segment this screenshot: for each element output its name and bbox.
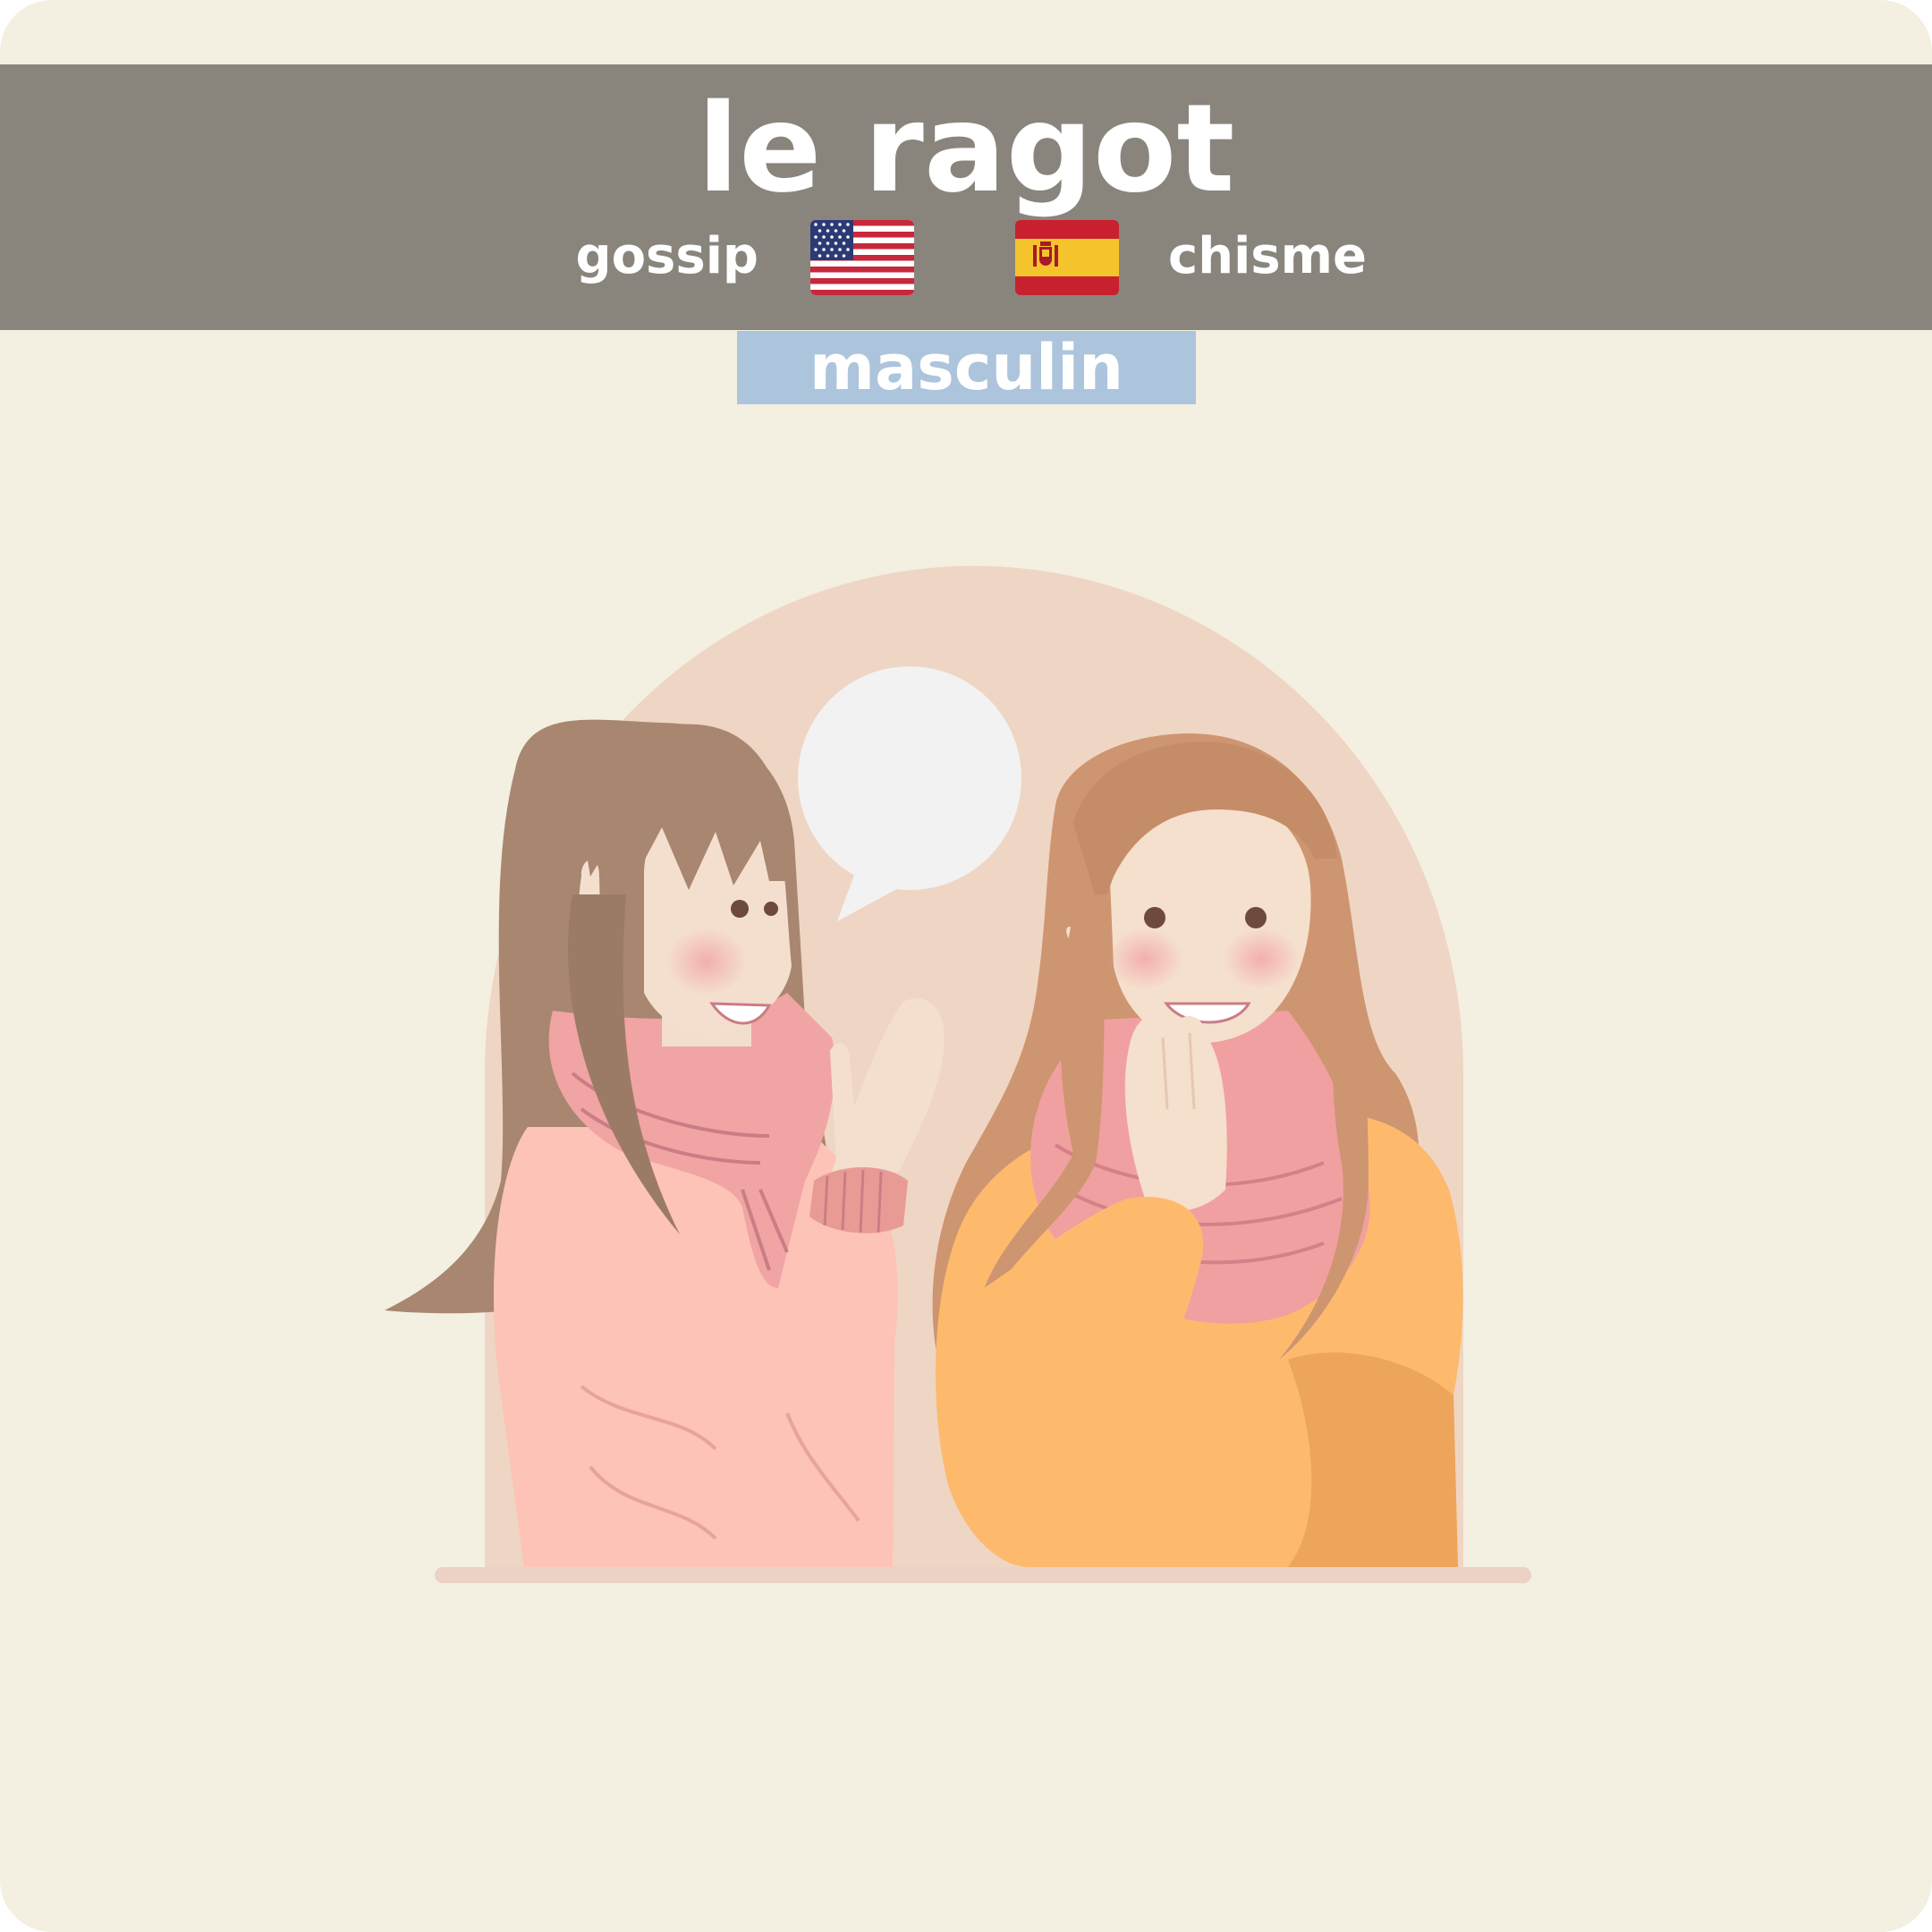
floor-line	[435, 1567, 1531, 1583]
gossip-illustration	[385, 565, 1531, 1583]
vocabulary-card: le ragot gossip chisme masculin	[0, 0, 1932, 1932]
